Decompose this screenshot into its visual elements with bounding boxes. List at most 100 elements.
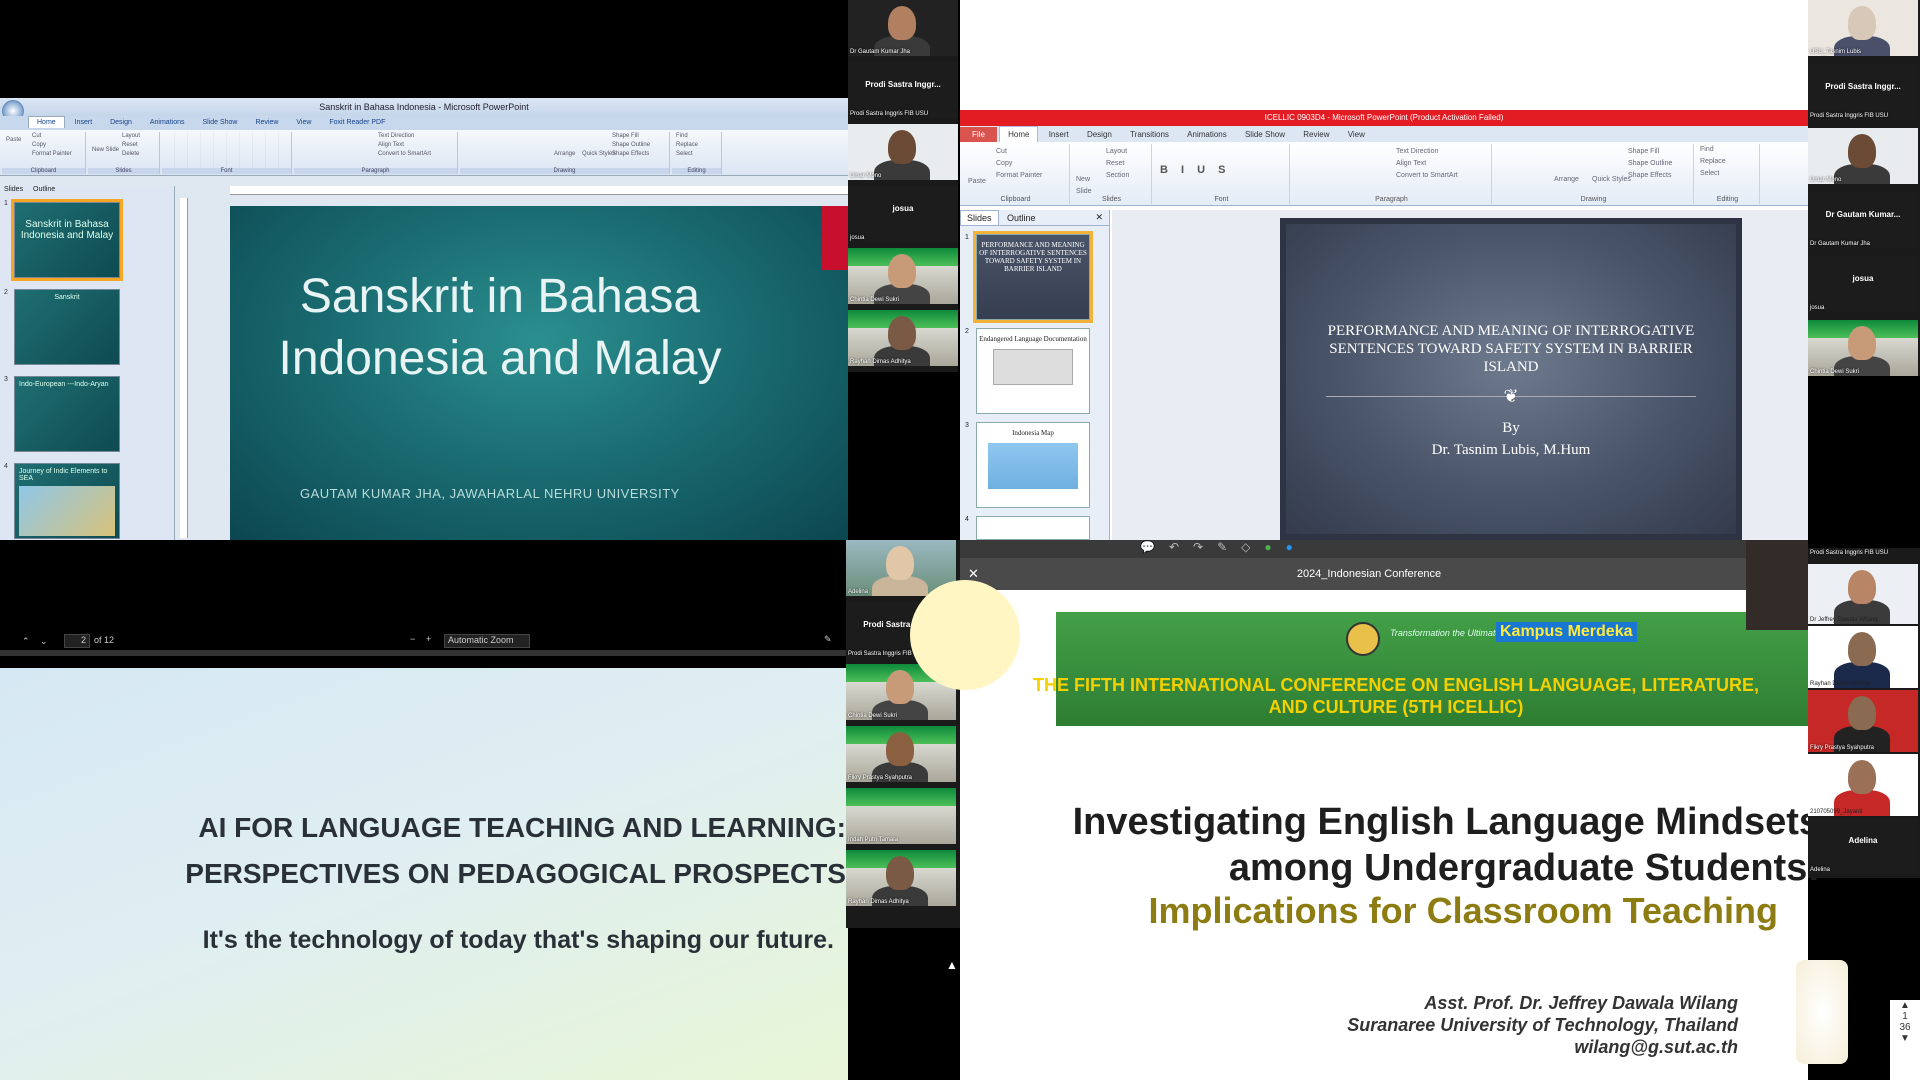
zoom-in-icon[interactable]: + [426,634,431,644]
slide-canvas[interactable]: PERFORMANCE AND MEANING OF INTERROGATIVE… [1280,218,1742,540]
zoom-select[interactable]: Automatic Zoom [444,634,530,648]
font-format-buttons[interactable]: B I U S [1160,164,1230,176]
layout-button[interactable]: Layout [118,132,140,141]
tab-slides[interactable]: Slides [0,186,27,193]
chat-icon[interactable]: 💬 [1140,540,1169,554]
find-button[interactable]: Find [672,132,721,141]
slide-thumbnail[interactable]: Indo-European ---Indo-Aryan [14,376,120,452]
tab-view[interactable]: View [288,117,319,128]
shape-fill-button[interactable]: Shape Fill [1624,146,1659,158]
cut-button[interactable]: Cut [992,146,1007,158]
tab-view[interactable]: View [1340,127,1373,142]
slide-canvas[interactable]: Sanskrit in Bahasa Indonesia and Malay G… [230,206,848,540]
layout-button[interactable]: Layout [1102,146,1127,158]
shape-outline-button[interactable]: Shape Outline [1624,158,1672,170]
tab-home[interactable]: Home [999,126,1039,142]
shape-effects-button[interactable]: Shape Effects [608,150,649,159]
page-number-input[interactable]: 2 [64,634,90,648]
arrange-button[interactable]: Arrange [1550,174,1579,186]
shape-fill-button[interactable]: Shape Fill [608,132,639,141]
eraser-icon[interactable]: ◇ [1241,540,1264,554]
find-button[interactable]: Find [1696,144,1759,156]
copy-button[interactable]: Copy [992,158,1012,170]
convert-smartart-button[interactable]: Convert to SmartArt [374,150,431,159]
reset-button[interactable]: Reset [118,141,138,150]
new-slide-button[interactable]: New Slide [1072,174,1102,198]
arrange-button[interactable]: Arrange [550,150,575,159]
color-icon[interactable]: ● [1286,540,1307,554]
slide-thumbnail[interactable]: Sanskrit in Bahasa Indonesia and Malay [11,199,123,281]
tab-transitions[interactable]: Transitions [1122,127,1177,142]
cut-button[interactable]: Cut [28,132,41,141]
participant-tile[interactable]: Dr Gautam Kumar... Dr Gautam Kumar Jha [1808,192,1918,248]
participant-tile[interactable]: Chintia Dewi Sukri [848,248,958,304]
participant-tile[interactable]: Indah Putri Tamala [846,788,956,844]
convert-smartart-button[interactable]: Convert to SmartArt [1392,170,1458,182]
align-text-button[interactable]: Align Text [374,141,404,150]
edit-icon[interactable]: ✎ [824,634,832,645]
participant-tile[interactable]: Rayhan Dimas Adhitya [1808,626,1918,688]
delete-button[interactable]: Delete [118,150,139,159]
participant-tile[interactable]: USU_Tasnim Lubis [1808,0,1918,56]
select-button[interactable]: Select [1696,168,1759,180]
align-text-button[interactable]: Align Text [1392,158,1426,170]
paste-button[interactable]: Paste [2,136,21,145]
pdf-page[interactable]: AI FOR LANGUAGE TEACHING AND LEARNING: P… [0,668,848,1080]
slide-thumbnail[interactable]: Journey of Indic Elements to SEA [14,463,120,539]
replace-button[interactable]: Replace [672,141,721,150]
slide-thumbnail[interactable]: Indonesia Map [976,422,1090,508]
shape-outline-button[interactable]: Shape Outline [608,141,650,150]
color-icon[interactable]: ● [1264,540,1285,554]
participant-tile[interactable]: Umar Mono [1808,128,1918,184]
annotation-toolbar[interactable]: 💬↶↷✎◇●● [960,540,1778,558]
tab-slide-show[interactable]: Slide Show [1237,127,1293,142]
undo-icon[interactable]: ↶ [1169,540,1193,554]
participant-tile[interactable]: Fikry Prastya Syahputra [846,726,956,782]
participant-tile[interactable]: Rayhan Dimas Adhitya [846,850,956,906]
close-icon[interactable]: ✕ [1089,210,1109,225]
format-painter-button[interactable]: Format Painter [28,150,72,159]
previous-slide-icon[interactable]: ▲ [1890,1000,1920,1011]
new-slide-button[interactable]: New Slide [88,146,119,155]
reset-button[interactable]: Reset [1102,158,1124,170]
tab-review[interactable]: Review [247,117,286,128]
tab-review[interactable]: Review [1295,127,1337,142]
paste-button[interactable]: Paste [964,176,986,188]
participant-tile[interactable]: Dr Gautam Kumar Jha [848,0,958,56]
copy-button[interactable]: Copy [28,141,46,150]
participant-tile[interactable]: josua josua [848,186,958,242]
previous-page-icon[interactable]: ⌃ [22,636,30,647]
slide-thumbnail[interactable]: Sanskrit [14,289,120,365]
format-painter-button[interactable]: Format Painter [992,170,1042,182]
tab-slide-show[interactable]: Slide Show [194,117,245,128]
section-button[interactable]: Section [1102,170,1129,182]
slide-thumbnail[interactable]: Endangered Language Documentation [976,328,1090,414]
participant-tile[interactable]: josua josua [1808,256,1918,312]
next-page-icon[interactable]: ⌄ [40,636,48,647]
participant-tile[interactable]: Chintia Dewi Sukri [1808,320,1918,376]
redo-icon[interactable]: ↷ [1193,540,1217,554]
participant-tile[interactable]: Fikry Prastya Syahputra [1808,690,1918,752]
tab-outline[interactable]: Outline [1001,211,1042,225]
slide-thumbnail[interactable] [976,516,1090,540]
next-slide-icon[interactable]: ▼ [1890,1033,1920,1044]
zoom-out-icon[interactable]: − [410,634,415,644]
tab-outline[interactable]: Outline [29,186,59,193]
tab-file[interactable]: File [960,127,997,142]
tab-design[interactable]: Design [1079,127,1120,142]
tab-insert[interactable]: Insert [67,117,101,128]
select-button[interactable]: Select [672,150,721,159]
replace-button[interactable]: Replace [1696,156,1759,168]
text-direction-button[interactable]: Text Direction [1392,146,1438,158]
participant-tile[interactable]: Dr Jeffrey Dawala Wilang [1808,564,1918,624]
participant-tile[interactable]: Prodi Sastra Inggr... Prodi Sastra Inggr… [848,62,958,118]
participant-tile[interactable]: Rayhan Dimas Adhitya [848,310,958,366]
text-direction-button[interactable]: Text Direction [374,132,414,141]
participant-tile[interactable]: 210705099_Jayanti [1808,754,1918,816]
participant-tile[interactable]: Adelina Adelina [1808,818,1918,874]
participant-tile[interactable]: Umar Mono [848,124,958,180]
tab-insert[interactable]: Insert [1041,127,1077,142]
tab-animations[interactable]: Animations [142,117,193,128]
participant-tile[interactable]: Prodi Sastra Inggr... Prodi Sastra Inggr… [1808,64,1918,120]
tab-slides[interactable]: Slides [960,210,999,225]
